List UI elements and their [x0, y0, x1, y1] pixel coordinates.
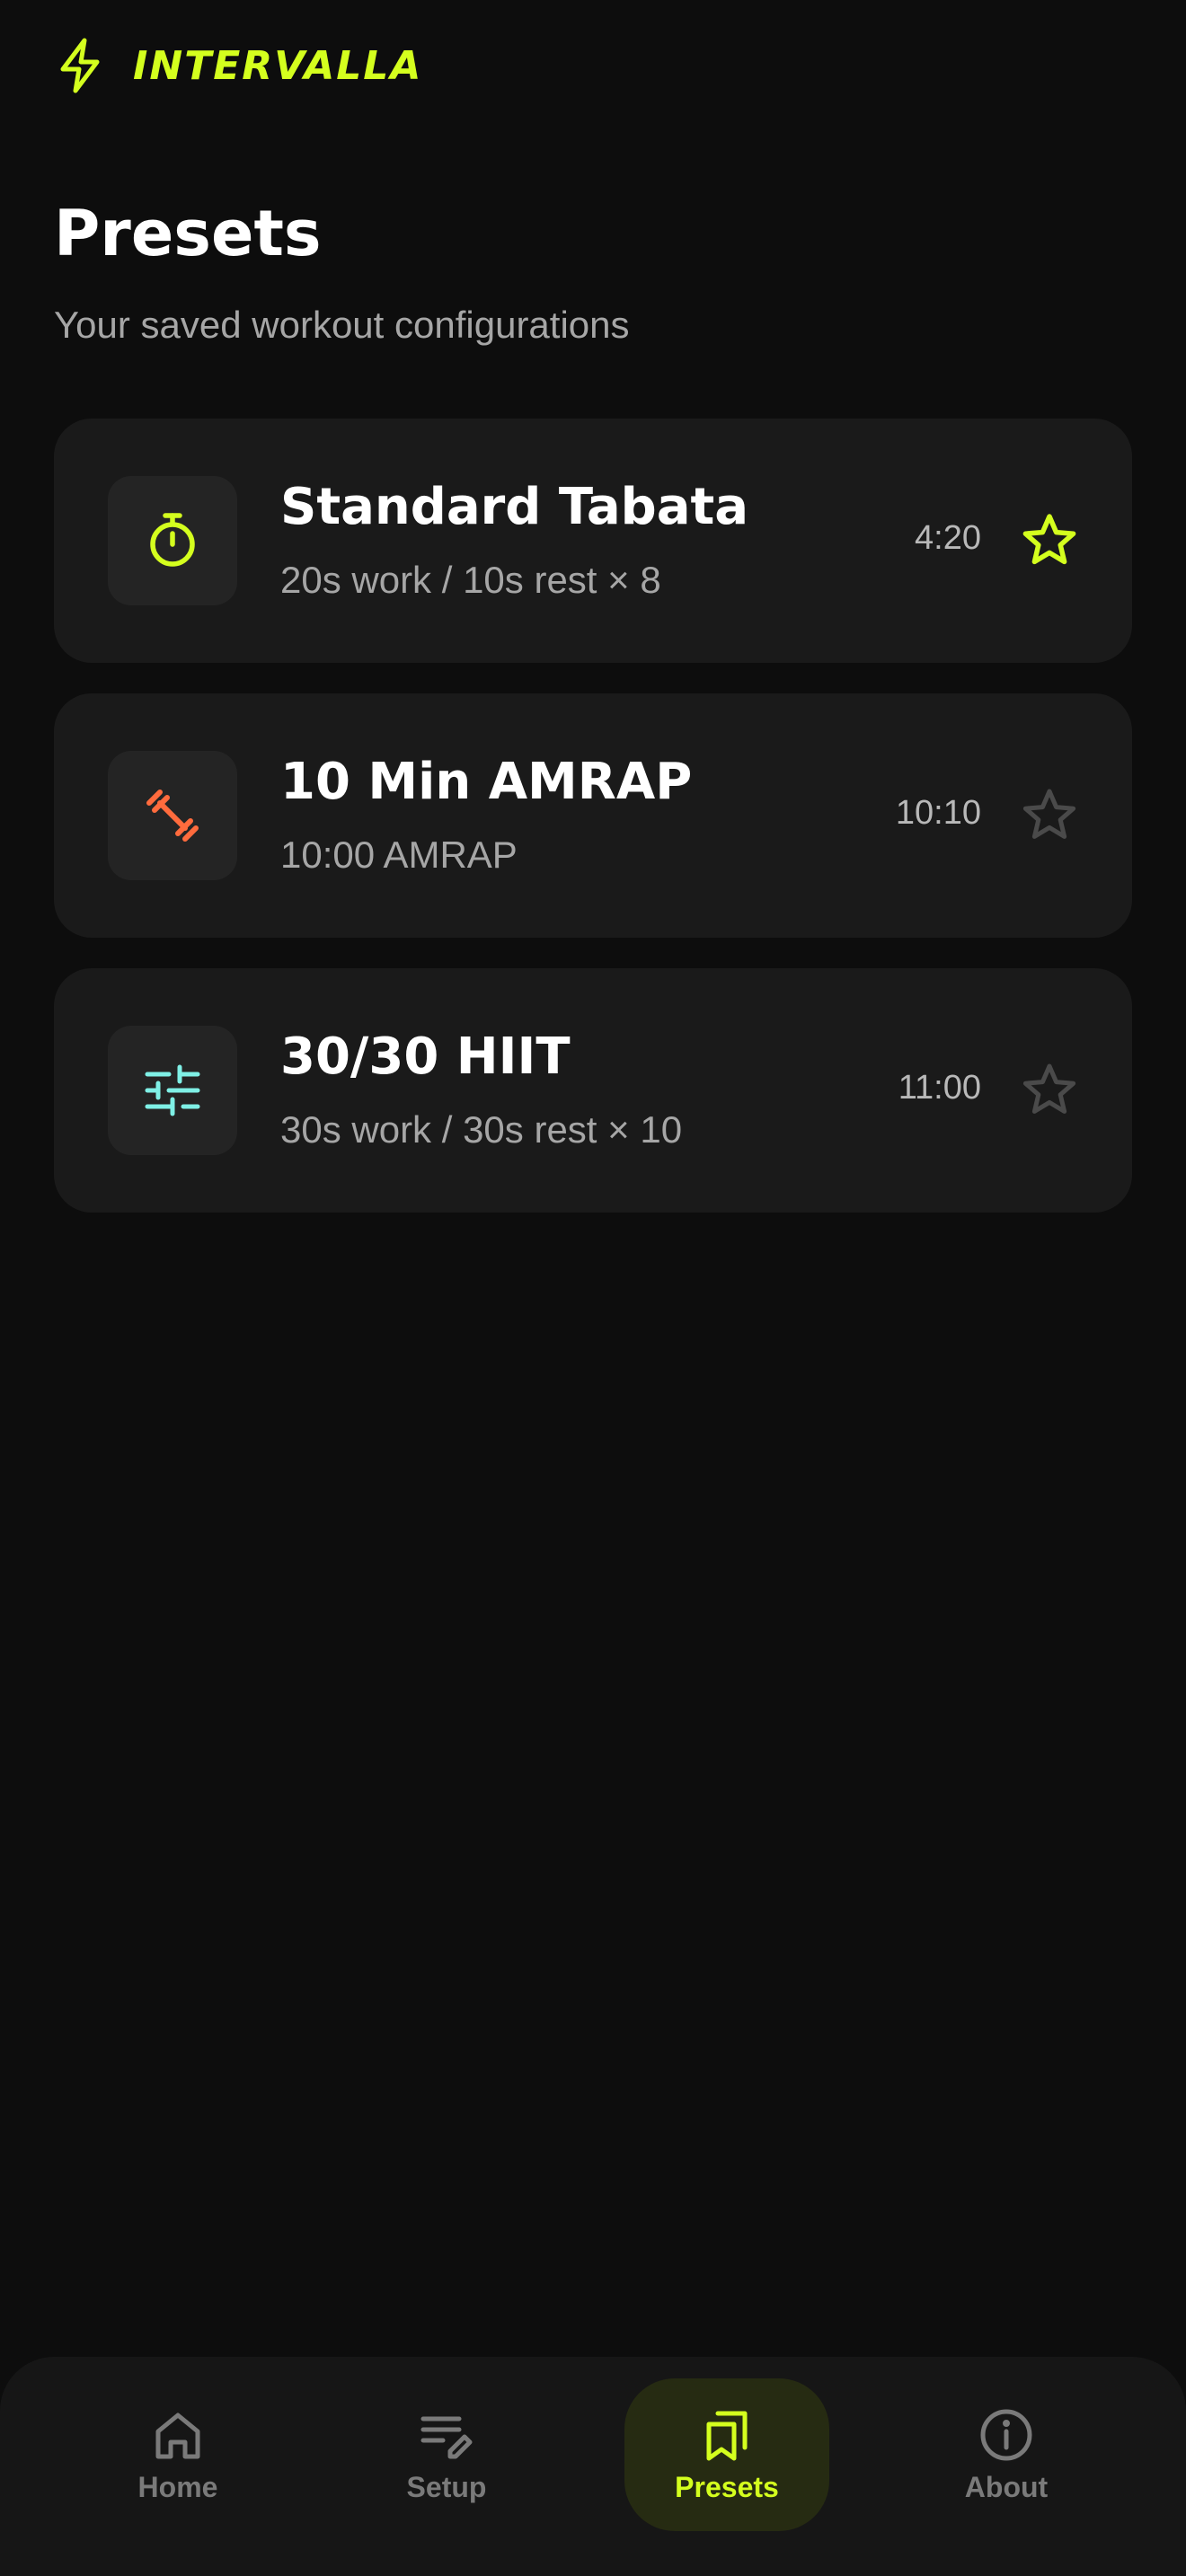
- page-subtitle: Your saved workout configurations: [54, 304, 630, 346]
- preset-list: Standard Tabata 20s work / 10s rest × 8 …: [54, 419, 1132, 1243]
- preset-description: 20s work / 10s rest × 8: [280, 559, 661, 601]
- bottom-navigation: Home Setup Presets About: [0, 2357, 1186, 2576]
- nav-label: Presets: [675, 2470, 779, 2503]
- preset-description: 30s work / 30s rest × 10: [280, 1108, 683, 1151]
- nav-label: Setup: [406, 2470, 487, 2503]
- preset-duration: 10:10: [895, 794, 981, 832]
- sliders-icon: [142, 1060, 203, 1121]
- preset-card-30-30-hiit[interactable]: 30/30 HIIT 30s work / 30s rest × 10 11:0…: [54, 968, 1132, 1213]
- nav-label: Home: [137, 2470, 218, 2503]
- nav-item-presets[interactable]: Presets: [624, 2378, 829, 2531]
- preset-icon-box: [108, 476, 237, 605]
- lightning-bolt-icon: [54, 37, 108, 94]
- favorite-toggle-button[interactable]: [1021, 1062, 1078, 1119]
- preset-name: Standard Tabata: [280, 478, 749, 536]
- preset-card-standard-tabata[interactable]: Standard Tabata 20s work / 10s rest × 8 …: [54, 419, 1132, 663]
- preset-icon-box: [108, 751, 237, 880]
- star-filled-icon: [1021, 512, 1078, 569]
- preset-duration: 4:20: [915, 519, 981, 557]
- nav-item-setup[interactable]: Setup: [344, 2378, 549, 2531]
- info-icon: [978, 2406, 1035, 2464]
- app-header: INTERVALLA: [54, 34, 422, 97]
- favorite-toggle-button[interactable]: [1021, 787, 1078, 844]
- preset-name: 30/30 HIIT: [280, 1028, 571, 1086]
- star-outline-icon: [1021, 1062, 1078, 1119]
- stopwatch-icon: [142, 510, 203, 571]
- dumbbell-icon: [142, 785, 203, 846]
- preset-duration: 11:00: [898, 1069, 981, 1107]
- preset-card-10-min-amrap[interactable]: 10 Min AMRAP 10:00 AMRAP 10:10: [54, 693, 1132, 938]
- bookmarks-icon: [698, 2406, 756, 2464]
- preset-name: 10 Min AMRAP: [280, 753, 693, 811]
- favorite-toggle-button[interactable]: [1021, 512, 1078, 569]
- preset-icon-box: [108, 1026, 237, 1155]
- app-root: INTERVALLA Presets Your saved workout co…: [0, 0, 1186, 2576]
- nav-item-home[interactable]: Home: [75, 2378, 280, 2531]
- page-title: Presets: [54, 197, 322, 270]
- nav-item-about[interactable]: About: [904, 2378, 1109, 2531]
- edit-list-icon: [418, 2406, 475, 2464]
- preset-description: 10:00 AMRAP: [280, 834, 518, 876]
- home-icon: [149, 2406, 207, 2464]
- nav-label: About: [964, 2470, 1049, 2503]
- brand-logo-text: INTERVALLA: [133, 42, 423, 89]
- star-outline-icon: [1021, 787, 1078, 844]
